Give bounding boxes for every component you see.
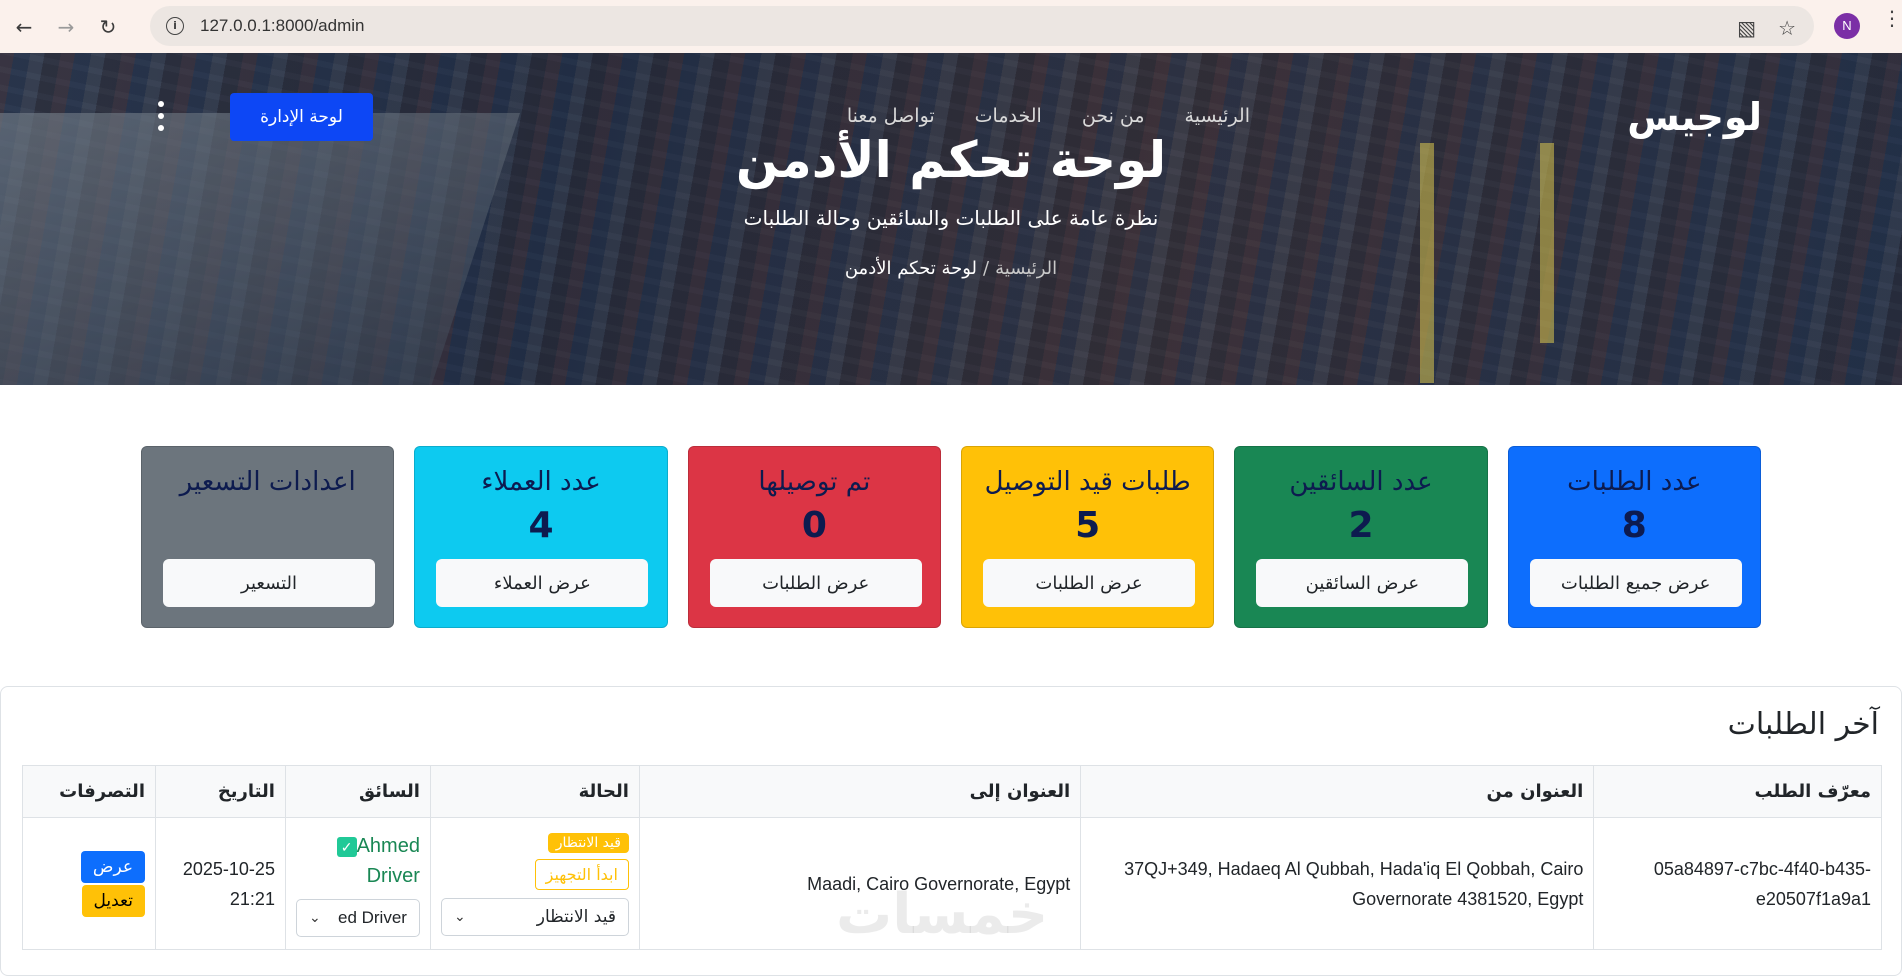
address-bar[interactable]: i 127.0.0.1:8000/admin ▧ ☆ bbox=[150, 6, 1814, 46]
card-title: عدد العملاء bbox=[481, 467, 601, 497]
pricing-button[interactable]: التسعير bbox=[163, 559, 376, 607]
more-menu-icon[interactable] bbox=[156, 101, 166, 131]
nav-item-home[interactable]: الرئيسية bbox=[1185, 105, 1250, 127]
card-drivers-count: عدد السائقين 2 عرض السائقين bbox=[1234, 446, 1488, 628]
status-cell: قيد الانتظار ابدأ التجهيز قيد الانتظار ⌄ bbox=[429, 817, 640, 950]
browser-menu-icon[interactable]: ⋮ bbox=[1882, 8, 1902, 28]
view-delivered-button[interactable]: عرض الطلبات bbox=[709, 559, 922, 607]
driver-name: Ahmed Driver bbox=[356, 834, 420, 887]
profile-avatar[interactable]: N bbox=[1834, 13, 1860, 39]
breadcrumb: الرئيسية/لوحة تحكم الأدمن bbox=[0, 258, 1902, 279]
status-badge: قيد الانتظار bbox=[547, 833, 629, 853]
card-delivered: تم توصيلها 0 عرض الطلبات bbox=[687, 446, 942, 628]
nav-item-about[interactable]: من نحن bbox=[1082, 105, 1145, 127]
col-actions: التصرفات bbox=[22, 765, 156, 818]
watermark-logo: خمسات bbox=[836, 882, 1049, 947]
chevron-down-icon: ⌄ bbox=[453, 909, 466, 925]
driver-name-line: ✓ Ahmed Driver bbox=[296, 831, 420, 891]
browser-toolbar: ← → ↻ i 127.0.0.1:8000/admin ▧ ☆ N ⋮ bbox=[0, 0, 1902, 53]
nav-item-contact[interactable]: تواصل معنا bbox=[847, 105, 935, 127]
driver-cell: ✓ Ahmed Driver ⌄ ed Driver bbox=[284, 817, 431, 950]
start-preparing-button[interactable]: ابدأ التجهيز bbox=[534, 859, 629, 890]
top-navigation: الرئيسية من نحن الخدمات تواصل معنا bbox=[790, 105, 1250, 127]
url-text[interactable]: 127.0.0.1:8000/admin bbox=[200, 16, 364, 36]
card-title: اعدادات التسعير bbox=[179, 467, 356, 497]
date-cell: 2025-10-25 21:21 bbox=[154, 817, 286, 950]
view-order-button[interactable]: عرض bbox=[80, 850, 145, 883]
check-icon: ✓ bbox=[336, 836, 357, 857]
card-value: 2 bbox=[1348, 505, 1374, 546]
breadcrumb-separator: / bbox=[983, 258, 990, 279]
status-select-value: قيد الانتظار bbox=[536, 907, 616, 927]
card-value: 4 bbox=[528, 505, 554, 546]
stats-cards: عدد الطلبات 8 عرض جميع الطلبات عدد السائ… bbox=[141, 446, 1761, 628]
nav-item-services[interactable]: الخدمات bbox=[975, 105, 1042, 127]
card-value: 8 bbox=[1621, 505, 1647, 546]
from-address-cell: 37QJ+349, Hadaeq Al Qubbah, Hada'iq El Q… bbox=[1080, 817, 1595, 950]
order-id: 05a84897-c7bc-4f40-b435-e20507f1a9a1 bbox=[1653, 858, 1871, 909]
order-id-cell: 05a84897-c7bc-4f40-b435-e20507f1a9a1 bbox=[1593, 817, 1882, 950]
actions-cell: عرض تعديل bbox=[22, 817, 156, 950]
bookmark-star-icon[interactable]: ☆ bbox=[1778, 16, 1796, 40]
view-in-delivery-button[interactable]: عرض الطلبات bbox=[983, 559, 1196, 607]
driver-select-value: ed Driver bbox=[337, 907, 407, 927]
chevron-down-icon: ⌄ bbox=[308, 909, 321, 926]
card-value: 5 bbox=[1075, 505, 1101, 546]
translate-icon[interactable]: ▧ bbox=[1737, 16, 1756, 40]
page-subtitle: نظرة عامة على الطلبات والسائقين وحالة ال… bbox=[743, 206, 1159, 230]
card-in-delivery: طلبات قيد التوصيل 5 عرض الطلبات bbox=[961, 446, 1215, 628]
recent-orders-title: آخر الطلبات bbox=[1727, 707, 1879, 742]
card-value: 0 bbox=[801, 505, 827, 546]
driver-select[interactable]: ⌄ ed Driver bbox=[295, 898, 420, 937]
col-status: الحالة bbox=[429, 765, 640, 818]
card-orders-count: عدد الطلبات 8 عرض جميع الطلبات bbox=[1507, 446, 1761, 628]
status-select[interactable]: قيد الانتظار ⌄ bbox=[440, 898, 629, 936]
hero-banner: لوجيس الرئيسية من نحن الخدمات تواصل معنا… bbox=[0, 53, 1902, 385]
order-date: 2025-10-25 21:21 bbox=[182, 858, 275, 909]
card-title: طلبات قيد التوصيل bbox=[984, 467, 1191, 497]
col-date: التاريخ bbox=[154, 765, 286, 818]
forward-icon[interactable]: → bbox=[48, 9, 84, 45]
col-order-id: معرّف الطلب bbox=[1593, 765, 1882, 818]
col-from-address: العنوان من bbox=[1080, 765, 1595, 818]
col-to-address: العنوان إلى bbox=[638, 765, 1082, 818]
from-address: 37QJ+349, Hadaeq Al Qubbah, Hada'iq El Q… bbox=[1124, 858, 1584, 909]
edit-order-button[interactable]: تعديل bbox=[81, 884, 145, 917]
col-driver: السائق bbox=[284, 765, 431, 818]
card-title: عدد السائقين bbox=[1289, 467, 1433, 497]
table-header-row: معرّف الطلب العنوان من العنوان إلى الحال… bbox=[22, 765, 1882, 818]
view-all-orders-button[interactable]: عرض جميع الطلبات bbox=[1529, 559, 1742, 607]
card-title: عدد الطلبات bbox=[1567, 467, 1702, 497]
reload-icon[interactable]: ↻ bbox=[90, 9, 126, 45]
view-drivers-button[interactable]: عرض السائقين bbox=[1256, 559, 1469, 607]
breadcrumb-current: لوحة تحكم الأدمن bbox=[844, 258, 978, 279]
page-title: لوحة تحكم الأدمن bbox=[735, 131, 1167, 189]
breadcrumb-home[interactable]: الرئيسية bbox=[995, 258, 1057, 279]
site-info-icon[interactable]: i bbox=[166, 17, 184, 35]
back-icon[interactable]: ← bbox=[6, 9, 42, 45]
card-customers-count: عدد العملاء 4 عرض العملاء bbox=[414, 446, 668, 628]
card-title: تم توصيلها bbox=[758, 467, 871, 497]
view-customers-button[interactable]: عرض العملاء bbox=[436, 559, 649, 607]
card-pricing-settings: اعدادات التسعير التسعير bbox=[141, 446, 395, 628]
